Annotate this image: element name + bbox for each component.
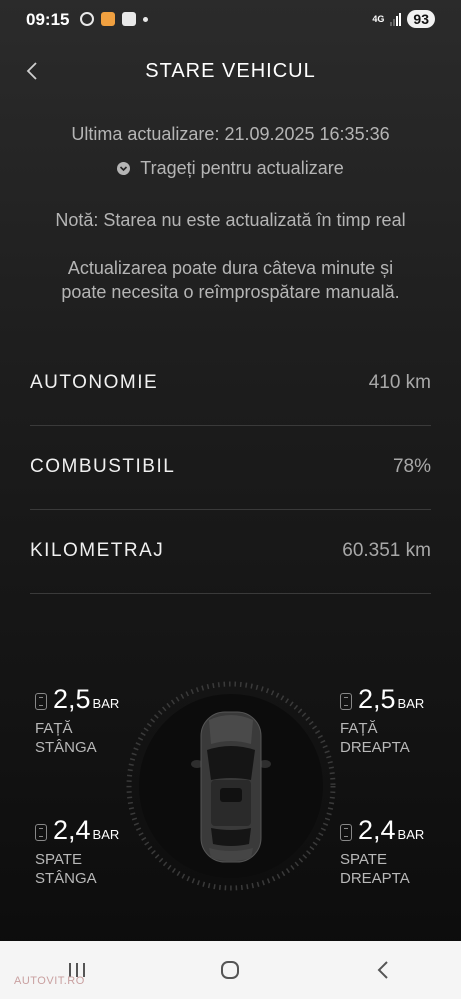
signal-icon (390, 12, 402, 26)
realtime-note: Notă: Starea nu este actualizată în timp… (55, 210, 406, 230)
stat-row-fuel: COMBUSTIBIL 78% (30, 425, 431, 510)
home-button[interactable] (210, 955, 250, 985)
status-right: 4G 93 (372, 10, 435, 28)
watermark: AUTOVIT.RO (14, 975, 85, 987)
network-type: 4G (372, 13, 385, 24)
pull-to-refresh[interactable]: Trageți pentru actualizare (0, 158, 461, 179)
update-info-line1: Actualizarea poate dura câteva minute și (67, 258, 394, 278)
more-notifications-icon (143, 16, 148, 22)
tire-icon (35, 693, 47, 710)
tire-front-left: 2,5 BAR FAȚĂ STÂNGA (35, 684, 119, 757)
tire-side: DREAPTA (340, 870, 410, 887)
update-info-line2: poate necesita o reîmprospătare manuală. (61, 282, 400, 302)
tire-position: SPATE (35, 851, 82, 868)
tire-unit: BAR (92, 696, 120, 711)
tire-side: STÂNGA (35, 739, 97, 756)
chevron-down-icon (117, 162, 131, 175)
stat-value: 78% (392, 456, 431, 477)
last-update-text: Ultima actualizare: 21.09.2025 16:35:36 (71, 124, 390, 144)
chrome-icon (80, 12, 94, 26)
pull-to-refresh-label: Trageți pentru actualizare (140, 158, 344, 178)
tire-icon (340, 693, 352, 710)
stat-label: KILOMETRAJ (30, 540, 165, 561)
tire-position: SPATE (340, 851, 387, 868)
stat-value: 410 km (368, 372, 431, 393)
tire-side: STÂNGA (35, 870, 97, 887)
tire-front-right: 2,5 BAR FAȚĂ DREAPTA (340, 684, 424, 757)
tire-pressure: 2,4 (53, 815, 91, 845)
status-time: 09:15 (26, 10, 70, 29)
tire-side: DREAPTA (340, 739, 410, 756)
back-icon (377, 961, 388, 979)
tire-position: FAȚĂ (35, 720, 73, 737)
tire-rear-right: 2,4 BAR SPATE DREAPTA (340, 815, 424, 888)
page-title: STARE VEHICUL (145, 60, 316, 82)
tire-icon (35, 824, 47, 841)
stat-label: AUTONOMIE (30, 372, 159, 393)
tire-pressure: 2,5 (358, 684, 396, 714)
notification-icons (80, 12, 148, 26)
battery-indicator: 93 (407, 10, 435, 28)
tire-unit: BAR (397, 696, 425, 711)
app-notification-icon (101, 12, 115, 26)
stat-row-range: AUTONOMIE 410 km (30, 341, 431, 426)
tire-icon (340, 824, 352, 841)
car-top-view (126, 681, 336, 891)
stat-label: COMBUSTIBIL (30, 456, 176, 477)
home-icon (221, 961, 240, 979)
stat-value: 60.351 km (342, 540, 431, 561)
tire-pressure: 2,4 (358, 815, 396, 845)
stat-row-odometer: KILOMETRAJ 60.351 km (30, 509, 431, 594)
tire-unit: BAR (92, 827, 120, 842)
system-back-button[interactable] (364, 955, 404, 985)
tire-pressure: 2,5 (53, 684, 91, 714)
emag-icon (122, 12, 136, 26)
system-nav-bar (0, 941, 461, 999)
tire-position: FAȚĂ (340, 720, 378, 737)
tire-rear-left: 2,4 BAR SPATE STÂNGA (35, 815, 119, 888)
tire-unit: BAR (397, 827, 425, 842)
